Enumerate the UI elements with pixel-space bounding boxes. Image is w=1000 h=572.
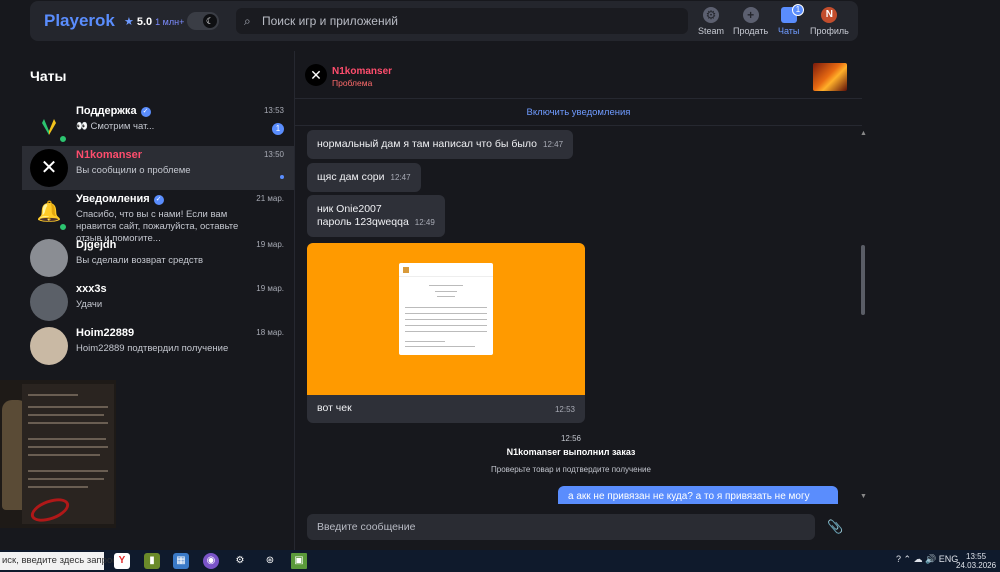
settings-icon[interactable]: ⚙: [232, 553, 248, 569]
avatar: [30, 327, 68, 365]
system-time: 12:56: [560, 434, 582, 443]
taskbar-search[interactable]: иск, введите здесь запрос: [0, 552, 117, 570]
chat-preview: Вы сделали возврат средств: [76, 255, 204, 266]
nav-profile[interactable]: N Профиль: [810, 7, 849, 36]
x-avatar: ✕: [30, 149, 68, 187]
chat-time: 13:53: [263, 106, 284, 115]
taskbar-clock[interactable]: 13:55 24.03.2026: [956, 552, 996, 570]
search-icon: ⌕: [244, 14, 251, 28]
message-input[interactable]: [317, 514, 807, 540]
chat-preview: Hoim22889 подтвердил получение: [76, 343, 229, 354]
plus-icon: +: [742, 7, 759, 23]
my-message-bubble: а акк не привязан не куда? а то я привяз…: [558, 486, 838, 504]
avatar: [30, 283, 68, 321]
minecraft-icon[interactable]: ▣: [291, 553, 307, 569]
nav-steam[interactable]: ⚙ Steam: [698, 7, 724, 36]
deal-status: Проблема: [332, 78, 373, 88]
scrollbar[interactable]: ▲ ▼: [858, 130, 868, 500]
store-icon[interactable]: ▦: [173, 553, 189, 569]
site-rating: ★ 5.0 1 млн+: [124, 16, 185, 28]
image-message[interactable]: вот чек 12:53: [307, 243, 585, 423]
message-composer[interactable]: [307, 514, 815, 540]
system-message-subtitle: Проверьте товар и подтвердите получение: [491, 465, 651, 474]
enable-notifications-link[interactable]: Включить уведомления: [295, 100, 862, 126]
theme-toggle[interactable]: ☾: [187, 12, 219, 30]
system-tray[interactable]: ? ⌃ ☁ 🔊 ENG: [896, 554, 958, 565]
nav-chats[interactable]: 1 Чаты: [778, 4, 804, 36]
chat-item-hoim22889[interactable]: Hoim22889 18 мар. Hoim22889 подтвердил п…: [22, 324, 294, 368]
system-message-title: N1komanser выполнил заказ: [506, 447, 636, 457]
receipt-image[interactable]: [307, 243, 585, 395]
app-icon[interactable]: ▮: [144, 553, 160, 569]
brand-logo[interactable]: Playerok: [44, 11, 115, 31]
chat-item-n1komanser[interactable]: ✕ N1komanser 13:50 Вы сообщили о проблем…: [22, 146, 294, 190]
page-title: Чаты: [30, 68, 67, 84]
nav-sell[interactable]: + Продать: [733, 7, 768, 36]
verified-icon: ✓: [140, 107, 151, 117]
steam-icon: ⚙: [703, 7, 719, 23]
chat-time: 19 мар.: [256, 240, 284, 249]
receipt-preview: [399, 263, 493, 355]
star-icon: ★: [124, 16, 134, 28]
contact-name[interactable]: N1komanser: [332, 66, 392, 77]
chat-time: 13:50: [263, 150, 284, 159]
avatar: N: [821, 7, 838, 23]
chat-item-notifications[interactable]: 🔔 Уведомления ✓ 21 мар. Спасибо, что вы с…: [22, 190, 294, 244]
verified-icon: ✓: [153, 195, 164, 205]
paperclip-icon[interactable]: 📎: [827, 519, 843, 535]
chat-item-djgejdh[interactable]: Djgejdh 19 мар. Вы сделали возврат средс…: [22, 236, 294, 280]
chat-time: 18 мар.: [256, 328, 284, 337]
chat-preview: 👀 Смотрим чат...: [76, 121, 155, 132]
chat-time: 19 мар.: [256, 284, 284, 293]
chat-name: N1komanser: [76, 149, 143, 161]
scroll-down-icon[interactable]: ▼: [860, 493, 867, 500]
image-caption: вот чек: [317, 402, 352, 414]
chat-name: Hoim22889: [76, 327, 135, 339]
chat-name: Djgejdh: [76, 239, 117, 251]
chat-name: Уведомления ✓: [76, 193, 164, 205]
avatar: [30, 239, 68, 277]
scroll-thumb[interactable]: [861, 245, 865, 315]
chat-name: Поддержка ✓: [76, 105, 151, 117]
scroll-up-icon[interactable]: ▲: [860, 130, 867, 137]
steam-icon[interactable]: ⊛: [262, 553, 278, 569]
moon-icon: ☾: [203, 14, 217, 28]
chat-time: 21 мар.: [256, 194, 284, 203]
product-thumbnail[interactable]: [813, 63, 847, 91]
discord-icon[interactable]: ◉: [203, 553, 219, 569]
top-header: Playerok ★5.01 млн+ ☾ ⌕ ⚙ Steam + Продат…: [30, 1, 858, 41]
chat-item-xxx3s[interactable]: xxx3s 19 мар. Удачи: [22, 280, 294, 324]
unread-badge: 1: [272, 123, 284, 135]
message-time: 12:53: [554, 405, 575, 414]
message-bubble: щяс дам сори 12:47: [307, 163, 421, 192]
yandex-browser-icon[interactable]: Y: [114, 553, 130, 569]
unread-dot: [280, 175, 284, 179]
online-indicator: [58, 222, 68, 232]
conversation-header: ✕ N1komanser Проблема: [295, 51, 862, 99]
message-bubble: ник Onie2007 пароль 123qweqqa 12:49: [307, 195, 445, 237]
search-input[interactable]: [262, 8, 682, 34]
chat-item-support[interactable]: Поддержка ✓ 13:53 👀 Смотрим чат... 1: [22, 102, 294, 146]
search-bar[interactable]: ⌕: [236, 8, 688, 34]
chat-preview: Вы сообщили о проблеме: [76, 165, 191, 176]
online-indicator: [58, 134, 68, 144]
chat-preview: Удачи: [76, 299, 103, 310]
floating-image-window[interactable]: [0, 380, 116, 528]
message-bubble: нормальный дам я там написал что бы было…: [307, 130, 574, 159]
x-avatar[interactable]: ✕: [305, 64, 327, 86]
chat-name: xxx3s: [76, 283, 107, 295]
chat-badge: 1: [792, 4, 804, 16]
windows-taskbar: иск, введите здесь запрос Y ▮ ▦ ◉ ⚙ ⊛ ▣ …: [0, 550, 1000, 572]
